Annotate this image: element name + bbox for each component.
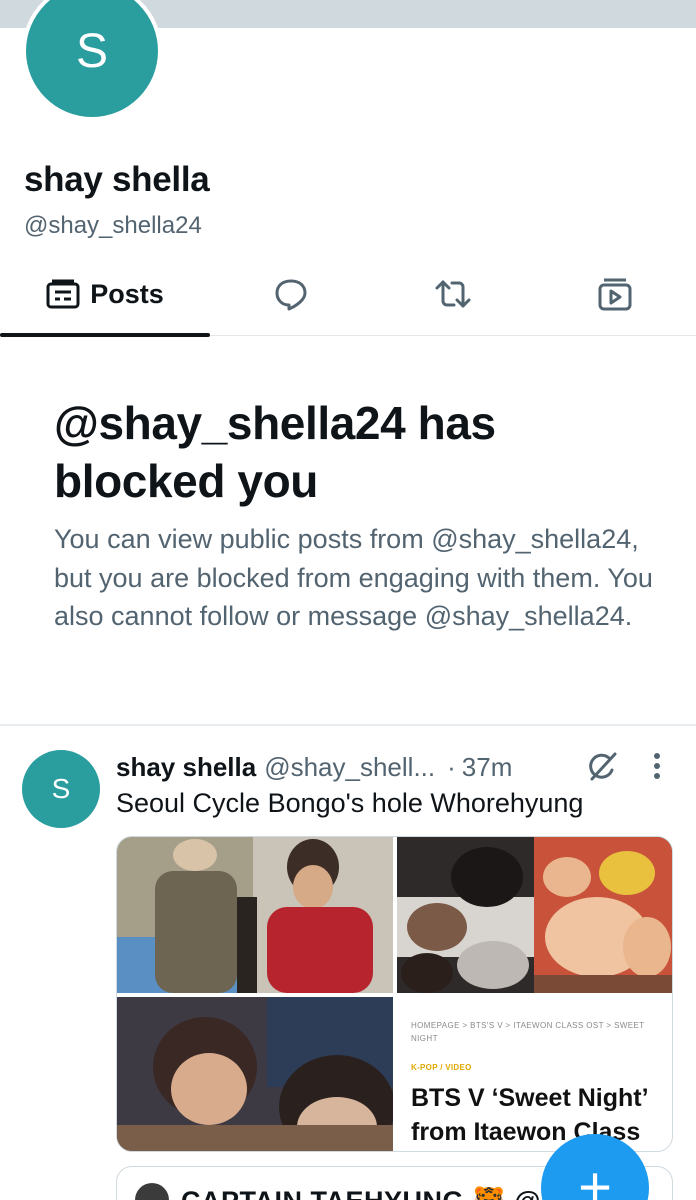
quoted-author: CAPTAIN TAEHYUNG 🐯 @ — [181, 1185, 541, 1200]
tab-posts[interactable]: Posts — [0, 252, 210, 337]
profile-avatar[interactable]: S — [22, 0, 162, 121]
post-avatar[interactable]: S — [22, 750, 100, 828]
more-options-icon[interactable] — [646, 752, 668, 787]
tab-media[interactable] — [534, 252, 696, 336]
media-image-2[interactable] — [397, 837, 672, 993]
active-tab-indicator — [0, 333, 210, 337]
post-author-handle[interactable]: @shay_shell... — [264, 752, 435, 783]
posts-icon — [46, 279, 80, 309]
post-media-grid: HOMEPAGE > BTS'S V > ITAEWON CLASS OST >… — [116, 836, 673, 1152]
tab-posts-label: Posts — [90, 278, 164, 309]
blocked-description: You can view public posts from @shay_she… — [54, 524, 653, 631]
link-card-breadcrumbs: HOMEPAGE > BTS'S V > ITAEWON CLASS OST >… — [411, 1021, 645, 1043]
post-timestamp[interactable]: 37m — [462, 752, 513, 783]
tab-reposts[interactable] — [372, 252, 534, 336]
link-card-title: BTS V ‘Sweet Night’ from Itaewon Class — [411, 1084, 648, 1146]
post-header: shay shella @shay_shell... · 37m — [116, 750, 512, 784]
profile-avatar-letter: S — [26, 0, 158, 117]
blocked-title: @shay_shella24 has blocked you — [54, 397, 496, 507]
grok-icon[interactable] — [584, 750, 618, 789]
profile-name: shay shella — [24, 160, 210, 199]
profile-handle: @shay_shella24 — [24, 212, 202, 239]
tab-replies[interactable] — [210, 252, 372, 336]
section-divider — [0, 724, 696, 726]
media-image-1[interactable] — [117, 837, 393, 993]
profile-tabs: Posts — [0, 252, 696, 337]
media-image-3[interactable] — [117, 997, 393, 1151]
post-text: Seoul Cycle Bongo's hole Whorehyung — [116, 788, 584, 818]
post-author-name[interactable]: shay shella — [116, 752, 256, 783]
quoted-avatar — [135, 1183, 169, 1200]
reposts-icon — [434, 279, 472, 309]
post-separator: · — [447, 751, 456, 782]
media-icon — [598, 277, 632, 311]
link-card-category: K-POP / VIDEO — [411, 1063, 472, 1072]
media-link-card[interactable]: HOMEPAGE > BTS'S V > ITAEWON CLASS OST >… — [397, 997, 672, 1151]
replies-icon — [274, 277, 308, 311]
